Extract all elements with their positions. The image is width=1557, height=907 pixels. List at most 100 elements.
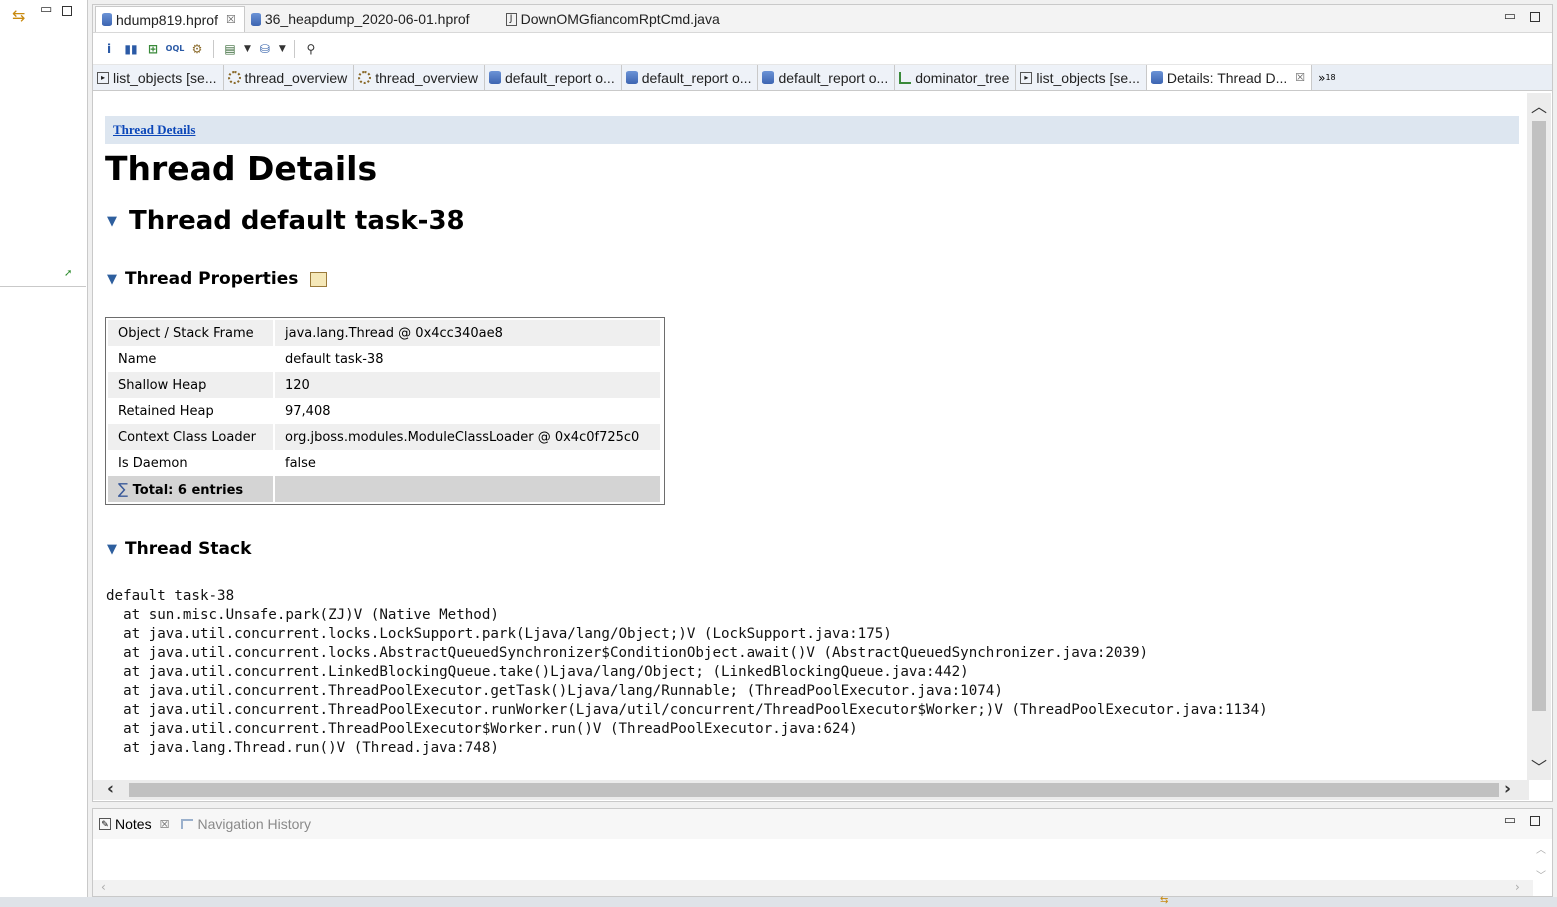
notes-icon: ✎ [99, 818, 111, 830]
scroll-left-icon[interactable]: ‹ [107, 779, 114, 799]
file-tab-hdump819[interactable]: hdump819.hprof ☒ [95, 6, 245, 32]
tab-thread-details[interactable]: Details: Thread D... ☒ [1146, 65, 1313, 90]
tab-thread-overview[interactable]: thread_overview [354, 65, 485, 90]
property-value: 97,408 [274, 398, 662, 424]
heap-dump-editor: hdump819.hprof ☒ 36_heapdump_2020-06-01.… [92, 4, 1553, 802]
result-tab-label: list_objects [se... [1036, 69, 1140, 86]
property-key: Is Daemon [108, 450, 275, 476]
thread-properties-table: Object / Stack Frame java.lang.Thread @ … [105, 317, 665, 505]
tab-navigation-history[interactable]: Navigation History [175, 816, 317, 832]
breadcrumb-link-thread-details[interactable]: Thread Details [113, 122, 195, 138]
notes-tab-bar: ✎ Notes ☒ Navigation History ▭ [93, 809, 1552, 839]
property-value: java.lang.Thread @ 0x4cc340ae8 [274, 320, 662, 346]
scrollbar-thumb[interactable] [1532, 121, 1546, 711]
tab-default-report[interactable]: default_report o... [621, 65, 759, 90]
left-panel-header: ⇆ ▭ [0, 0, 87, 32]
property-value: org.jboss.modules.ModuleClassLoader @ 0x… [274, 424, 662, 450]
total-cell: ∑ Total: 6 entries [108, 476, 275, 502]
vertical-scrollbar[interactable]: ︿ ﹀ [1527, 93, 1551, 780]
table-row[interactable]: Name default task-38 [108, 346, 662, 372]
overflow-chevron-icon: » [1318, 70, 1326, 85]
table-row[interactable]: Retained Heap 97,408 [108, 398, 662, 424]
property-value: default task-38 [274, 346, 662, 372]
report-icon [1150, 71, 1163, 84]
thread-heading-text: Thread default task-38 [129, 206, 465, 236]
oql-icon[interactable]: OQL [166, 41, 185, 57]
report-icon [762, 71, 775, 84]
file-tab-label: DownOMGfiancomRptCmd.java [520, 11, 720, 27]
thread-stack-trace: default task-38 at sun.misc.Unsafe.park(… [106, 588, 1268, 756]
heap-dump-icon [102, 13, 112, 26]
result-tab-label: thread_overview [244, 69, 348, 86]
copy-icon[interactable] [310, 271, 328, 287]
tab-list-objects[interactable]: ▸ list_objects [se... [93, 65, 224, 90]
notes-panel: ✎ Notes ☒ Navigation History ▭ ︿ ﹀ ‹ › [92, 808, 1553, 897]
thread-overview-icon [358, 71, 372, 84]
chevron-down-icon[interactable]: ▼ [244, 44, 251, 54]
pin-icon[interactable]: ➚ [64, 268, 72, 279]
maximize-icon[interactable] [1530, 11, 1540, 22]
collapse-triangle-icon[interactable]: ▼ [107, 272, 117, 287]
close-icon[interactable]: ☒ [160, 818, 170, 831]
collapse-triangle-icon[interactable]: ▼ [107, 542, 117, 557]
query-browser-icon[interactable]: ▤ [222, 41, 238, 57]
table-row[interactable]: Is Daemon false [108, 450, 662, 476]
result-tab-label: dominator_tree [915, 69, 1010, 86]
page-title: Thread Details [105, 149, 378, 188]
thread-properties-heading[interactable]: ▼ Thread Properties [107, 269, 328, 289]
list-objects-icon: ▸ [97, 71, 109, 84]
property-value: 120 [274, 372, 662, 398]
table-total-row: ∑ Total: 6 entries [108, 476, 662, 502]
scroll-right-icon[interactable]: › [1515, 880, 1520, 894]
overflow-count: 18 [1325, 73, 1336, 82]
scroll-down-icon[interactable]: ﹀ [1531, 754, 1547, 778]
result-tab-bar: ▸ list_objects [se... thread_overview th… [93, 65, 1552, 91]
file-tab-36-heapdump[interactable]: 36_heapdump_2020-06-01.hprof [245, 6, 478, 32]
scroll-left-icon[interactable]: ‹ [101, 880, 106, 894]
scrollbar-thumb[interactable] [129, 783, 1499, 797]
property-key: Retained Heap [108, 398, 275, 424]
scroll-up-icon[interactable]: ︿ [1531, 93, 1547, 117]
tab-dominator-tree[interactable]: dominator_tree [895, 65, 1017, 90]
left-side-panel: ⇆ ▭ ➚ [0, 0, 88, 897]
maximize-icon[interactable] [62, 6, 72, 16]
notes-horizontal-scrollbar[interactable]: ‹ › [93, 880, 1533, 896]
report-icon[interactable]: ⛁ [257, 41, 273, 57]
search-icon[interactable]: ⚲ [303, 41, 319, 57]
notes-vertical-scrollbar[interactable]: ︿ ﹀ [1534, 841, 1548, 882]
histogram-icon[interactable]: ▮▮ [123, 41, 139, 57]
dominator-tree-icon[interactable]: ⊞ [145, 41, 161, 57]
chevron-down-icon[interactable]: ▼ [279, 44, 286, 54]
thread-overview-icon [227, 71, 241, 84]
table-row[interactable]: Object / Stack Frame java.lang.Thread @ … [108, 320, 662, 346]
tab-default-report[interactable]: default_report o... [758, 65, 896, 90]
tab-default-report[interactable]: default_report o... [484, 65, 622, 90]
minimize-icon[interactable]: ▭ [1504, 813, 1516, 828]
thread-stack-heading[interactable]: ▼ Thread Stack [107, 539, 251, 559]
file-tab-bar: hdump819.hprof ☒ 36_heapdump_2020-06-01.… [93, 5, 1552, 33]
thread-overview-icon[interactable]: ⚙ [189, 41, 205, 57]
table-row[interactable]: Shallow Heap 120 [108, 372, 662, 398]
heap-dump-icon [250, 12, 261, 26]
minimize-icon[interactable]: ▭ [1504, 9, 1516, 24]
scroll-right-icon[interactable]: › [1504, 779, 1511, 799]
file-tab-label: hdump819.hprof [116, 11, 218, 28]
tab-notes[interactable]: ✎ Notes ☒ [93, 816, 175, 832]
property-key: Name [108, 346, 275, 372]
tab-list-objects[interactable]: ▸ list_objects [se... [1016, 65, 1147, 90]
back-arrow-icon[interactable]: ⇆ [12, 6, 25, 25]
thread-properties-heading-text: Thread Properties [125, 269, 299, 289]
tab-overflow-button[interactable]: » 18 [1312, 65, 1342, 90]
close-icon[interactable]: ☒ [226, 13, 236, 26]
horizontal-scrollbar[interactable]: ‹ › [93, 779, 1529, 800]
minimize-icon[interactable]: ▭ [40, 2, 52, 17]
maximize-icon[interactable] [1530, 815, 1540, 826]
table-row[interactable]: Context Class Loader org.jboss.modules.M… [108, 424, 662, 450]
collapse-triangle-icon[interactable]: ▼ [107, 214, 117, 229]
file-tab-java[interactable]: J DownOMGfiancomRptCmd.java [500, 6, 728, 32]
thread-heading[interactable]: ▼ Thread default task-38 [107, 206, 465, 236]
tab-thread-overview[interactable]: thread_overview [223, 65, 355, 90]
close-icon[interactable]: ☒ [1295, 71, 1305, 84]
notes-window-controls: ▭ [1504, 813, 1540, 828]
info-icon[interactable]: i [101, 41, 117, 57]
